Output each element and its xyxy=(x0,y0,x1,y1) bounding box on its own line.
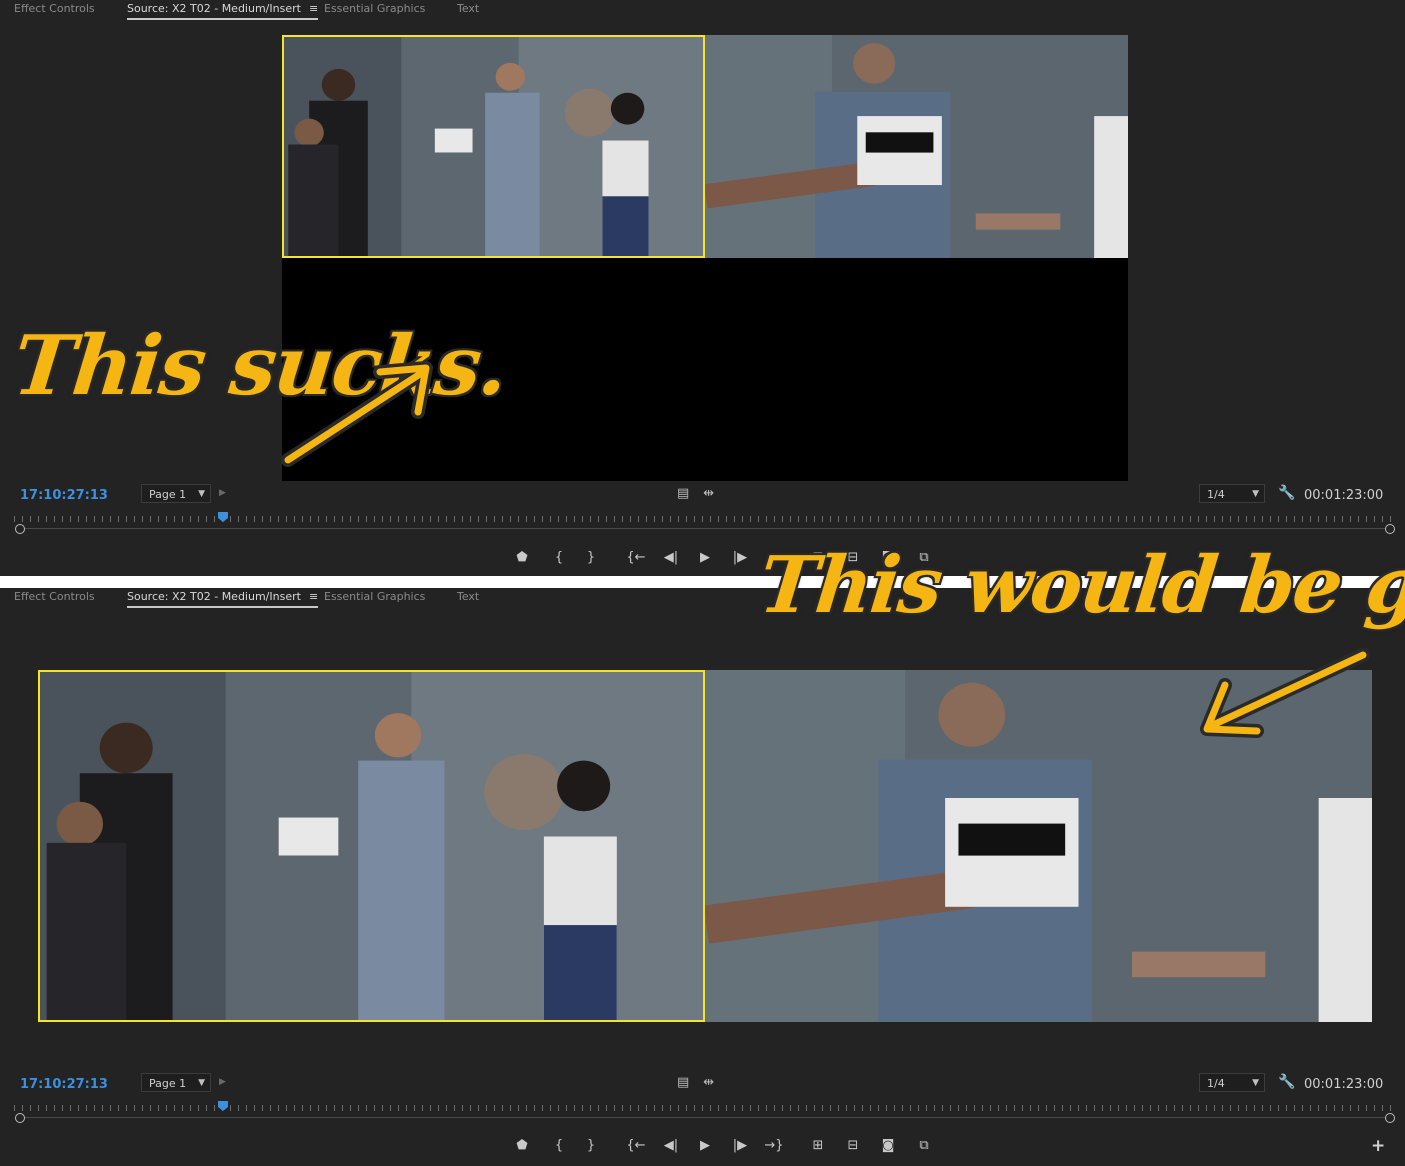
chevron-down-icon: ▼ xyxy=(198,489,205,499)
duration-timecode: 00:01:23:00 xyxy=(1304,488,1384,503)
go-to-out-icon[interactable]: →} xyxy=(763,1136,785,1156)
marker-icon[interactable]: ⬟ xyxy=(511,1136,533,1156)
go-to-in-icon[interactable]: {← xyxy=(625,1136,647,1156)
panel-menu-icon[interactable]: ≡ xyxy=(309,2,318,15)
play-icon[interactable]: ▶ xyxy=(694,548,716,568)
multicam-angle-1[interactable] xyxy=(282,35,705,258)
zoom-handle-right[interactable] xyxy=(1385,524,1395,534)
drag-audio-video-icon[interactable]: ⇹ xyxy=(703,1075,714,1090)
tab-effect-controls[interactable]: Effect Controls xyxy=(14,590,95,603)
zoom-select[interactable]: 1/4 ▼ xyxy=(1199,1073,1265,1092)
mark-in-icon[interactable]: { xyxy=(548,1136,570,1156)
film-icon[interactable]: ▤ xyxy=(677,486,689,501)
tab-text[interactable]: Text xyxy=(457,590,479,603)
viewer-mid-icons: ▤ ⇹ xyxy=(677,1075,714,1090)
video-frame-angle-2 xyxy=(705,35,1128,258)
next-page-icon[interactable]: ▶ xyxy=(219,1077,226,1087)
annotation-bottom: This would be great. xyxy=(755,540,1405,631)
program-viewer[interactable] xyxy=(38,670,1372,1022)
add-button-icon[interactable]: + xyxy=(1371,1136,1385,1156)
mark-out-icon[interactable]: } xyxy=(580,548,602,568)
step-forward-icon[interactable]: |▶ xyxy=(729,1136,751,1156)
mark-in-icon[interactable]: { xyxy=(548,548,570,568)
multicam-angle-1[interactable] xyxy=(38,670,705,1022)
viewer-mid-icons: ▤ ⇹ xyxy=(677,486,714,501)
chevron-down-icon: ▼ xyxy=(1252,1078,1259,1088)
chevron-down-icon: ▼ xyxy=(198,1078,205,1088)
tab-text[interactable]: Text xyxy=(457,2,479,15)
step-back-icon[interactable]: ◀| xyxy=(660,1136,682,1156)
marker-icon[interactable]: ⬟ xyxy=(511,548,533,568)
zoom-select-value: 1/4 xyxy=(1207,1077,1225,1090)
zoom-handle-left[interactable] xyxy=(15,1113,25,1123)
multicam-icon[interactable]: ⧉ xyxy=(913,1136,935,1156)
playhead-timecode[interactable]: 17:10:27:13 xyxy=(20,488,108,503)
page-select-value: Page 1 xyxy=(149,488,187,501)
export-frame-icon[interactable]: ◙ xyxy=(877,1136,899,1156)
page-select[interactable]: Page 1 ▼ xyxy=(141,1073,211,1092)
tab-source-label: Source: X2 T02 - Medium/Insert xyxy=(127,590,301,603)
step-forward-icon[interactable]: |▶ xyxy=(729,548,751,568)
zoom-handle-right[interactable] xyxy=(1385,1113,1395,1123)
drag-audio-video-icon[interactable]: ⇹ xyxy=(703,486,714,501)
viewer-status-bar: 17:10:27:13 Page 1 ▼ ▶ ▤ ⇹ 1/4 ▼ 🔧 00:01:2… xyxy=(0,484,1405,508)
video-frame-angle-1 xyxy=(40,672,703,1020)
overwrite-icon[interactable]: ⊟ xyxy=(842,1136,864,1156)
wrench-icon[interactable]: 🔧 xyxy=(1278,485,1295,501)
multicam-angle-2[interactable] xyxy=(705,35,1128,258)
arrow-top-icon xyxy=(281,361,433,467)
wrench-icon[interactable]: 🔧 xyxy=(1278,1074,1295,1090)
zoom-scroll-track[interactable] xyxy=(20,1117,1390,1118)
tab-source[interactable]: Source: X2 T02 - Medium/Insert ≡ xyxy=(127,2,319,20)
film-icon[interactable]: ▤ xyxy=(677,1075,689,1090)
transport-controls: ⬟ { } {← ◀| ▶ |▶ →} ⊞ ⊟ ◙ ⧉ + xyxy=(0,1136,1405,1158)
tab-essential-graphics[interactable]: Essential Graphics xyxy=(324,2,425,15)
next-page-icon[interactable]: ▶ xyxy=(219,488,226,498)
page-select-value: Page 1 xyxy=(149,1077,187,1090)
duration-timecode: 00:01:23:00 xyxy=(1304,1077,1384,1092)
time-ruler[interactable] xyxy=(14,1101,1396,1123)
panel-tabs: Effect Controls Source: X2 T02 - Medium/… xyxy=(0,0,1405,22)
zoom-handle-left[interactable] xyxy=(15,524,25,534)
tab-source[interactable]: Source: X2 T02 - Medium/Insert ≡ xyxy=(127,590,319,608)
arrow-bottom-icon xyxy=(1200,648,1370,738)
go-to-in-icon[interactable]: {← xyxy=(625,548,647,568)
zoom-select-value: 1/4 xyxy=(1207,488,1225,501)
mark-out-icon[interactable]: } xyxy=(580,1136,602,1156)
zoom-scroll-track[interactable] xyxy=(20,528,1390,529)
play-icon[interactable]: ▶ xyxy=(694,1136,716,1156)
panel-menu-icon[interactable]: ≡ xyxy=(309,590,318,603)
tab-effect-controls[interactable]: Effect Controls xyxy=(14,2,95,15)
step-back-icon[interactable]: ◀| xyxy=(660,548,682,568)
tab-essential-graphics[interactable]: Essential Graphics xyxy=(324,590,425,603)
video-frame-angle-1 xyxy=(284,37,703,256)
zoom-select[interactable]: 1/4 ▼ xyxy=(1199,484,1265,503)
time-ruler[interactable] xyxy=(14,512,1396,534)
viewer-status-bar: 17:10:27:13 Page 1 ▼ ▶ ▤ ⇹ 1/4 ▼ 🔧 00:01:2… xyxy=(0,1073,1405,1097)
chevron-down-icon: ▼ xyxy=(1252,489,1259,499)
source-monitor-top: Effect Controls Source: X2 T02 - Medium/… xyxy=(0,0,1405,576)
tab-source-label: Source: X2 T02 - Medium/Insert xyxy=(127,2,301,15)
insert-icon[interactable]: ⊞ xyxy=(807,1136,829,1156)
page-select[interactable]: Page 1 ▼ xyxy=(141,484,211,503)
playhead-timecode[interactable]: 17:10:27:13 xyxy=(20,1077,108,1092)
